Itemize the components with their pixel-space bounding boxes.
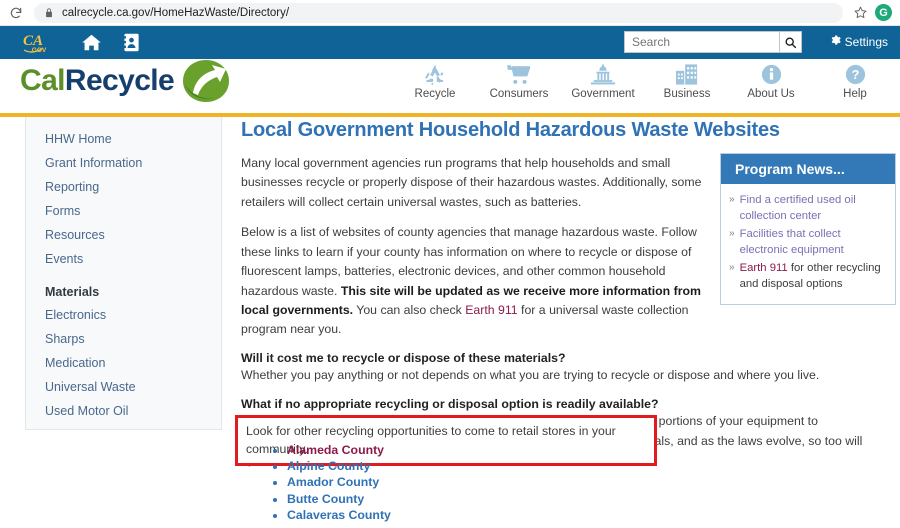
nav-item-help[interactable]: ? Help xyxy=(824,61,886,100)
chevron-double-right-icon: » xyxy=(729,194,735,205)
recycle-symbol-icon xyxy=(424,61,446,85)
nav-label: Business xyxy=(663,88,711,100)
list-item: Alameda County xyxy=(287,442,391,458)
sidebar-item-grant-information[interactable]: Grant Information xyxy=(26,151,221,175)
home-icon[interactable] xyxy=(78,30,104,56)
profile-avatar[interactable]: G xyxy=(875,4,892,21)
office-buildings-icon xyxy=(676,61,698,85)
sidebar-heading-materials: Materials xyxy=(45,285,100,299)
svg-text:?: ? xyxy=(851,68,859,82)
sidebar-item-resources[interactable]: Resources xyxy=(26,223,221,247)
county-list: Alameda County Alpine County Amador Coun… xyxy=(269,442,391,523)
gear-icon xyxy=(829,34,841,49)
nav-item-recycle[interactable]: Recycle xyxy=(404,61,466,100)
sidebar-item-electronics[interactable]: Electronics xyxy=(26,303,221,327)
site-search xyxy=(624,31,802,53)
earth-911-link[interactable]: Earth 911 xyxy=(465,303,517,317)
nav-label: Help xyxy=(843,88,867,100)
county-link-alpine[interactable]: Alpine County xyxy=(287,459,370,473)
nav-item-consumers[interactable]: Consumers xyxy=(488,61,550,100)
list-item: Calaveras County xyxy=(287,507,391,523)
sidebar-item-hhw-home[interactable]: HHW Home xyxy=(26,127,221,151)
nav-label: About Us xyxy=(747,88,795,100)
list-item: Amador County xyxy=(287,474,391,490)
county-link-amador[interactable]: Amador County xyxy=(287,475,379,489)
section-sidebar: HHW Home Grant Information Reporting For… xyxy=(25,117,222,430)
browser-toolbar: calrecycle.ca.gov/HomeHazWaste/Directory… xyxy=(0,0,900,26)
site-masthead: CalRecycle Recycle Consumers Government … xyxy=(0,59,900,114)
main-navigation: Recycle Consumers Government Business Ab… xyxy=(404,61,886,100)
news-link-earth-911[interactable]: Earth 911 xyxy=(740,262,788,274)
program-news-list: » Find a certified used oil collection c… xyxy=(721,184,895,304)
directory-paragraph: Below is a list of websites of county ag… xyxy=(241,223,707,340)
reload-button[interactable] xyxy=(4,1,28,25)
recycle-leaf-arrow-icon xyxy=(180,57,232,105)
brand-recycle-text: Recycle xyxy=(64,64,175,97)
directory-paragraph-part2: You can also check xyxy=(353,302,466,317)
page-body: HHW Home Grant Information Reporting For… xyxy=(0,117,900,528)
lock-icon xyxy=(44,7,54,19)
address-bar[interactable]: calrecycle.ca.gov/HomeHazWaste/Directory… xyxy=(34,2,843,23)
list-item: Butte County xyxy=(287,491,391,507)
chevron-double-right-icon: » xyxy=(729,228,735,240)
nav-item-business[interactable]: Business xyxy=(656,61,718,100)
cagov-utility-bar: CA .GOV Sett xyxy=(0,26,900,59)
county-link-alameda[interactable]: Alameda County xyxy=(287,443,384,457)
intro-paragraph: Many local government agencies run progr… xyxy=(241,156,702,209)
settings-label: Settings xyxy=(844,34,888,49)
brand-cal-text: Cal xyxy=(20,64,65,97)
news-link-electronics[interactable]: Facilities that collect electronic equip… xyxy=(740,228,844,256)
sidebar-item-reporting[interactable]: Reporting xyxy=(26,175,221,199)
news-link-used-oil[interactable]: Find a certified used oil collection cen… xyxy=(740,194,856,222)
nav-label: Government xyxy=(571,88,635,100)
url-text: calrecycle.ca.gov/HomeHazWaste/Directory… xyxy=(62,6,290,19)
search-button[interactable] xyxy=(779,31,802,53)
contact-card-icon[interactable] xyxy=(118,30,144,56)
sidebar-item-used-motor-oil[interactable]: Used Motor Oil xyxy=(26,399,221,423)
question-no-option: What if no appropriate recycling or disp… xyxy=(241,397,659,412)
main-content: Local Government Household Hazardous Was… xyxy=(235,117,896,522)
county-link-butte[interactable]: Butte County xyxy=(287,492,364,506)
shopping-cart-icon xyxy=(507,61,531,85)
capitol-building-icon xyxy=(590,61,616,85)
settings-button[interactable]: Settings xyxy=(829,34,888,49)
program-news-panel: Program News... » Find a certified used … xyxy=(720,153,896,306)
cagov-logo[interactable]: CA .GOV xyxy=(22,30,64,56)
sidebar-item-forms[interactable]: Forms xyxy=(26,199,221,223)
answer-cost: Whether you pay anything or not depends … xyxy=(241,367,820,382)
county-link-calaveras[interactable]: Calaveras County xyxy=(287,508,391,522)
nav-label: Consumers xyxy=(489,88,549,100)
program-news-item: » Find a certified used oil collection c… xyxy=(729,192,885,224)
page-title: Local Government Household Hazardous Was… xyxy=(241,119,780,141)
nav-item-about-us[interactable]: About Us xyxy=(740,61,802,100)
program-news-item: » Facilities that collect electronic equ… xyxy=(729,226,885,258)
nav-label: Recycle xyxy=(414,88,456,100)
calrecycle-logo[interactable]: CalRecycle xyxy=(20,57,232,105)
question-circle-icon: ? xyxy=(845,61,866,85)
sidebar-item-universal-waste[interactable]: Universal Waste xyxy=(26,375,221,399)
list-item: Alpine County xyxy=(287,458,391,474)
question-cost: Will it cost me to recycle or dispose of… xyxy=(241,350,566,365)
chevron-double-right-icon: » xyxy=(729,262,735,274)
sidebar-item-events[interactable]: Events xyxy=(26,247,221,271)
program-news-title: Program News... xyxy=(721,154,895,184)
sidebar-item-sharps[interactable]: Sharps xyxy=(26,327,221,351)
info-circle-icon xyxy=(761,61,782,85)
program-news-item: » Earth 911 for other recycling and disp… xyxy=(729,260,885,292)
sidebar-item-medication[interactable]: Medication xyxy=(26,351,221,375)
search-input[interactable] xyxy=(624,31,779,53)
nav-item-government[interactable]: Government xyxy=(571,61,635,100)
bookmark-star-icon[interactable] xyxy=(849,2,871,24)
